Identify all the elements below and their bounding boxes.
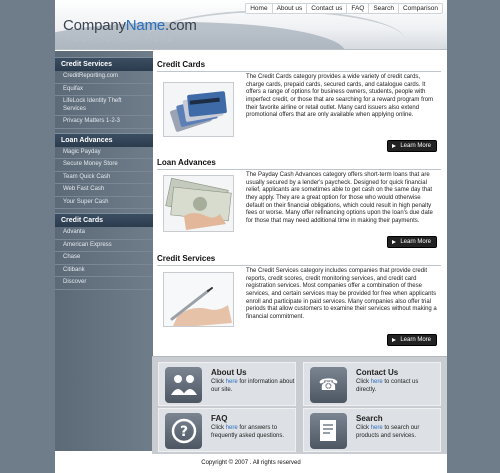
sidebar-item[interactable]: Citibank	[55, 265, 153, 277]
box-text: Click here for information about our sit…	[211, 379, 295, 394]
top-nav: Home About us Contact us FAQ Search Comp…	[245, 3, 443, 14]
logo[interactable]: CompanyName.com	[63, 17, 197, 34]
contact-us-box[interactable]: ☎ Contact Us Click here to contact us di…	[303, 362, 441, 406]
learn-more-button[interactable]: Learn More	[387, 236, 437, 248]
section-title: Credit Cards	[157, 60, 441, 72]
box-text-pre: Click	[356, 425, 371, 431]
sidebar-item[interactable]: American Express	[55, 240, 153, 252]
nav-comparison[interactable]: Comparison	[397, 4, 442, 13]
svg-text:?: ?	[179, 424, 187, 440]
box-text-pre: Click	[211, 379, 226, 385]
section-text: The Payday Cash Advances category offers…	[246, 172, 433, 225]
section-title: Credit Services	[157, 254, 441, 266]
nav-search[interactable]: Search	[368, 4, 398, 13]
sidebar-item[interactable]: Discover	[55, 277, 153, 290]
sidebar-item[interactable]: Chase	[55, 252, 153, 265]
box-text: Click here for answers to frequently ask…	[211, 425, 295, 440]
box-link[interactable]: here	[226, 379, 238, 385]
sidebar: Credit Services CreditReporting.com Equi…	[55, 51, 153, 451]
section-loan-advances: Loan Advances The Payday Cash Advances c…	[157, 158, 441, 248]
logo-tld: .com	[165, 17, 197, 34]
header: CompanyName.com YOUR SLOGAN HERE Home Ab…	[55, 0, 447, 50]
nav-faq[interactable]: FAQ	[346, 4, 368, 13]
box-title: Search	[356, 414, 383, 423]
nav-contact-us[interactable]: Contact us	[306, 4, 346, 13]
sidebar-item[interactable]: Privacy Matters 1-2-3	[55, 116, 153, 129]
sidebar-list-credit-services: CreditReporting.com Equifax LifeLock Ide…	[55, 71, 153, 129]
credit-cards-image	[163, 82, 234, 137]
sidebar-item[interactable]: Advanta	[55, 227, 153, 240]
sidebar-heading-credit-services[interactable]: Credit Services	[55, 57, 153, 71]
sidebar-list-loan-advances: Magic Payday Secure Money Store Team Qui…	[55, 147, 153, 209]
phone-icon: ☎	[310, 367, 347, 403]
sidebar-item[interactable]: Web Fast Cash	[55, 184, 153, 197]
sidebar-item[interactable]: Equifax	[55, 84, 153, 96]
section-text: The Credit Cards category provides a wid…	[246, 74, 434, 119]
info-boxes: About Us Click here for information abou…	[152, 356, 447, 454]
box-text-pre: Click	[211, 425, 226, 431]
sidebar-item[interactable]: Secure Money Store	[55, 159, 153, 172]
footer: Copyright © 2007 . All rights reserved	[55, 454, 447, 473]
learn-more-button[interactable]: Learn More	[387, 140, 437, 152]
search-box[interactable]: Search Click here to search our products…	[303, 408, 441, 452]
sidebar-item[interactable]: LifeLock Identity Theft Services	[55, 96, 153, 116]
nav-home[interactable]: Home	[246, 4, 271, 13]
section-credit-cards: Credit Cards The Credit Cards category p…	[157, 60, 441, 152]
question-icon: ?	[165, 413, 202, 449]
box-text-pre: Click	[356, 379, 371, 385]
box-link[interactable]: here	[371, 379, 383, 385]
logo-name: Name	[125, 17, 166, 34]
box-title: Contact Us	[356, 368, 399, 377]
box-link[interactable]: here	[371, 425, 383, 431]
search-doc-icon	[310, 413, 347, 449]
sidebar-item[interactable]: Team Quick Cash	[55, 172, 153, 184]
sidebar-item[interactable]: Magic Payday	[55, 147, 153, 159]
tagline: YOUR SLOGAN HERE	[65, 33, 175, 43]
faq-box[interactable]: ? FAQ Click here for answers to frequent…	[158, 408, 296, 452]
people-icon	[165, 367, 202, 403]
section-title: Loan Advances	[157, 158, 441, 170]
section-credit-services: Credit Services The Credit Services cate…	[157, 254, 441, 346]
sidebar-item[interactable]: Your Super Cash	[55, 197, 153, 209]
box-title: About Us	[211, 368, 247, 377]
nav-about-us[interactable]: About us	[271, 4, 307, 13]
cash-image	[163, 175, 234, 232]
logo-company: Company	[63, 17, 126, 34]
signing-pen-image	[163, 272, 234, 327]
sidebar-heading-credit-cards[interactable]: Credit Cards	[55, 213, 153, 227]
box-text: Click here to search our products and se…	[356, 425, 440, 440]
sidebar-item[interactable]: CreditReporting.com	[55, 71, 153, 84]
box-text: Click here to contact us directly.	[356, 379, 440, 394]
sidebar-list-credit-cards: Advanta American Express Chase Citibank …	[55, 227, 153, 290]
box-link[interactable]: here	[226, 425, 238, 431]
about-us-box[interactable]: About Us Click here for information abou…	[158, 362, 296, 406]
page: CompanyName.com YOUR SLOGAN HERE Home Ab…	[55, 0, 447, 473]
box-title: FAQ	[211, 414, 228, 423]
sidebar-heading-loan-advances[interactable]: Loan Advances	[55, 132, 153, 147]
section-text: The Credit Services category includes co…	[246, 268, 437, 321]
learn-more-button[interactable]: Learn More	[387, 334, 437, 346]
